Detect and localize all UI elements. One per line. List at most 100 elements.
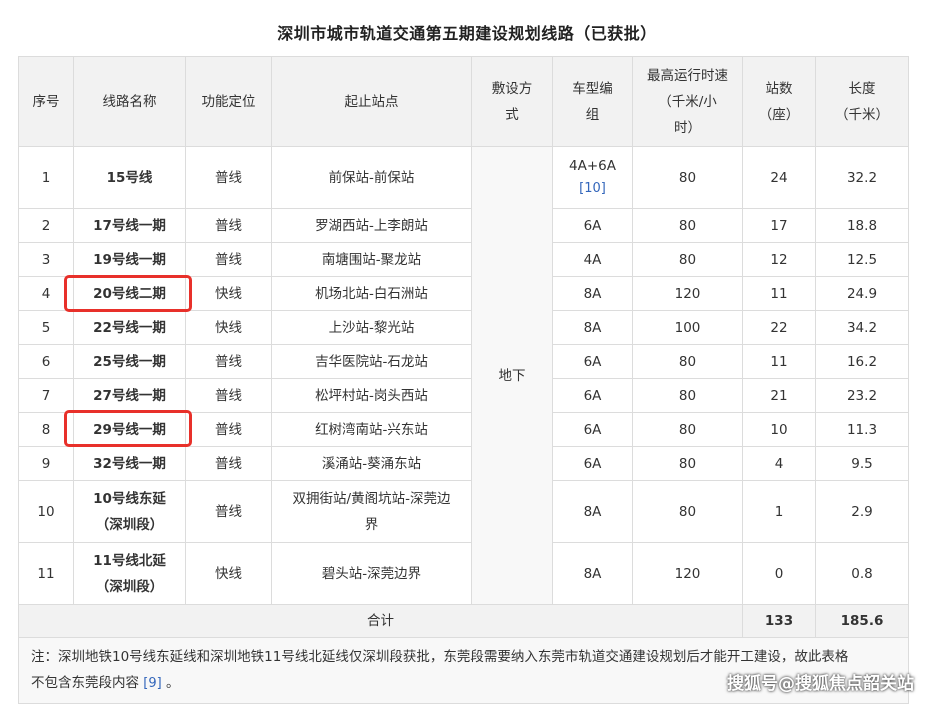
header-cell: 起止站点: [271, 56, 472, 147]
table-row: 8 29号线一期 普线 红树湾南站-兴东站 6A 80 10 11.3: [18, 412, 909, 447]
row-number: 1: [18, 146, 74, 209]
station-link[interactable]: 松坪村站-岗头西站: [271, 378, 472, 413]
train-formation: 8A: [552, 276, 633, 311]
max-speed: 80: [632, 208, 743, 243]
station-count: 1: [742, 480, 816, 543]
max-speed: 120: [632, 542, 743, 605]
train-formation: 8A: [552, 542, 633, 605]
table-row: 1 15号线 普线 前保站-前保站 地下 4A+6A [10] 80 24 32…: [18, 146, 909, 605]
header-cell: 站数 （座）: [742, 56, 816, 147]
line-name: 11号线北延 （深圳段）: [73, 542, 186, 605]
table-row: 10 10号线东延 （深圳段） 普线 双拥街站/黄阁坑站-深莞边界 8A 80 1…: [18, 480, 909, 543]
station-link[interactable]: 机场北站-白石洲站: [271, 276, 472, 311]
header-cell: 长度 （千米）: [815, 56, 909, 147]
station-count: 17: [742, 208, 816, 243]
row-number: 10: [18, 480, 74, 543]
train-formation: 8A: [552, 480, 633, 543]
line-length: 16.2: [815, 344, 909, 379]
function-type: 普线: [185, 242, 272, 277]
row-number: 5: [18, 310, 74, 345]
train-formation: 6A: [552, 344, 633, 379]
line-name: 32号线一期: [73, 446, 186, 481]
station-link[interactable]: 前保站-前保站: [271, 146, 472, 209]
routes-table: 序号 线路名称 功能定位 起止站点 敷设方式 车型编组 最高运行时速 （千米/小时…: [18, 56, 909, 704]
max-speed: 80: [632, 378, 743, 413]
max-speed: 80: [632, 146, 743, 209]
row-number: 7: [18, 378, 74, 413]
table-header-row: 序号 线路名称 功能定位 起止站点 敷设方式 车型编组 最高运行时速 （千米/小时…: [18, 56, 909, 147]
header-cell: 序号: [18, 56, 74, 147]
line-name: 17号线一期: [73, 208, 186, 243]
train-formation: 6A: [552, 208, 633, 243]
table-row: 5 22号线一期 快线 上沙站-黎光站 8A 100 22 34.2: [18, 310, 909, 345]
line-length: 11.3: [815, 412, 909, 447]
station-count: 0: [742, 542, 816, 605]
header-cell: 敷设方式: [471, 56, 553, 147]
page-title: 深圳市城市轨道交通第五期建设规划线路（已获批）: [277, 24, 657, 43]
max-speed: 80: [632, 344, 743, 379]
row-number: 6: [18, 344, 74, 379]
function-type: 快线: [185, 276, 272, 311]
function-type: 普线: [185, 446, 272, 481]
line-name: 20号线二期: [73, 276, 186, 311]
line-length: 32.2: [815, 146, 909, 209]
header-cell: 最高运行时速 （千米/小 时）: [632, 56, 743, 147]
train-formation: 4A+6A [10]: [552, 146, 633, 209]
function-type: 普线: [185, 208, 272, 243]
function-type: 普线: [185, 378, 272, 413]
train-formation: 6A: [552, 378, 633, 413]
table-row: 11 11号线北延 （深圳段） 快线 碧头站-深莞边界 8A 120 0 0.8: [18, 542, 909, 605]
laying-method: 地下: [471, 146, 553, 605]
row-number: 2: [18, 208, 74, 243]
station-count: 12: [742, 242, 816, 277]
train-formation: 8A: [552, 310, 633, 345]
station-link[interactable]: 吉华医院站-石龙站: [271, 344, 472, 379]
total-length: 185.6: [815, 604, 909, 638]
row-number: 9: [18, 446, 74, 481]
line-length: 18.8: [815, 208, 909, 243]
row-number: 8: [18, 412, 74, 447]
max-speed: 100: [632, 310, 743, 345]
row-number: 4: [18, 276, 74, 311]
table-row: 3 19号线一期 普线 南塘围站-聚龙站 4A 80 12 12.5: [18, 242, 909, 277]
station-count: 11: [742, 276, 816, 311]
row-number: 11: [18, 542, 74, 605]
function-type: 普线: [185, 480, 272, 543]
header-cell: 功能定位: [185, 56, 272, 147]
station-link[interactable]: 碧头站-深莞边界: [271, 542, 472, 605]
table-row: 4 20号线二期 快线 机场北站-白石洲站 8A 120 11 24.9: [18, 276, 909, 311]
line-length: 23.2: [815, 378, 909, 413]
line-name: 15号线: [73, 146, 186, 209]
function-type: 快线: [185, 310, 272, 345]
max-speed: 80: [632, 412, 743, 447]
reference-link[interactable]: [9]: [143, 676, 161, 691]
row-number: 3: [18, 242, 74, 277]
station-link[interactable]: 上沙站-黎光站: [271, 310, 472, 345]
station-link[interactable]: 溪涌站-葵涌东站: [271, 446, 472, 481]
function-type: 普线: [185, 412, 272, 447]
table-row: 9 32号线一期 普线 溪涌站-葵涌东站 6A 80 4 9.5: [18, 446, 909, 481]
max-speed: 80: [632, 446, 743, 481]
max-speed: 80: [632, 242, 743, 277]
station-link[interactable]: 红树湾南站-兴东站: [271, 412, 472, 447]
station-link[interactable]: 南塘围站-聚龙站: [271, 242, 472, 277]
station-link[interactable]: 双拥街站/黄阁坑站-深莞边界: [271, 480, 472, 543]
line-name: 25号线一期: [73, 344, 186, 379]
max-speed: 120: [632, 276, 743, 311]
total-row: 合计 133 185.6: [18, 604, 909, 638]
station-count: 21: [742, 378, 816, 413]
train-formation: 4A: [552, 242, 633, 277]
station-count: 4: [742, 446, 816, 481]
line-name: 10号线东延 （深圳段）: [73, 480, 186, 543]
reference-link[interactable]: [10]: [579, 181, 606, 196]
header-cell: 线路名称: [73, 56, 186, 147]
station-link[interactable]: 罗湖西站-上李朗站: [271, 208, 472, 243]
function-type: 普线: [185, 146, 272, 209]
line-length: 12.5: [815, 242, 909, 277]
station-count: 10: [742, 412, 816, 447]
max-speed: 80: [632, 480, 743, 543]
line-length: 34.2: [815, 310, 909, 345]
station-count: 22: [742, 310, 816, 345]
station-count: 24: [742, 146, 816, 209]
line-length: 0.8: [815, 542, 909, 605]
